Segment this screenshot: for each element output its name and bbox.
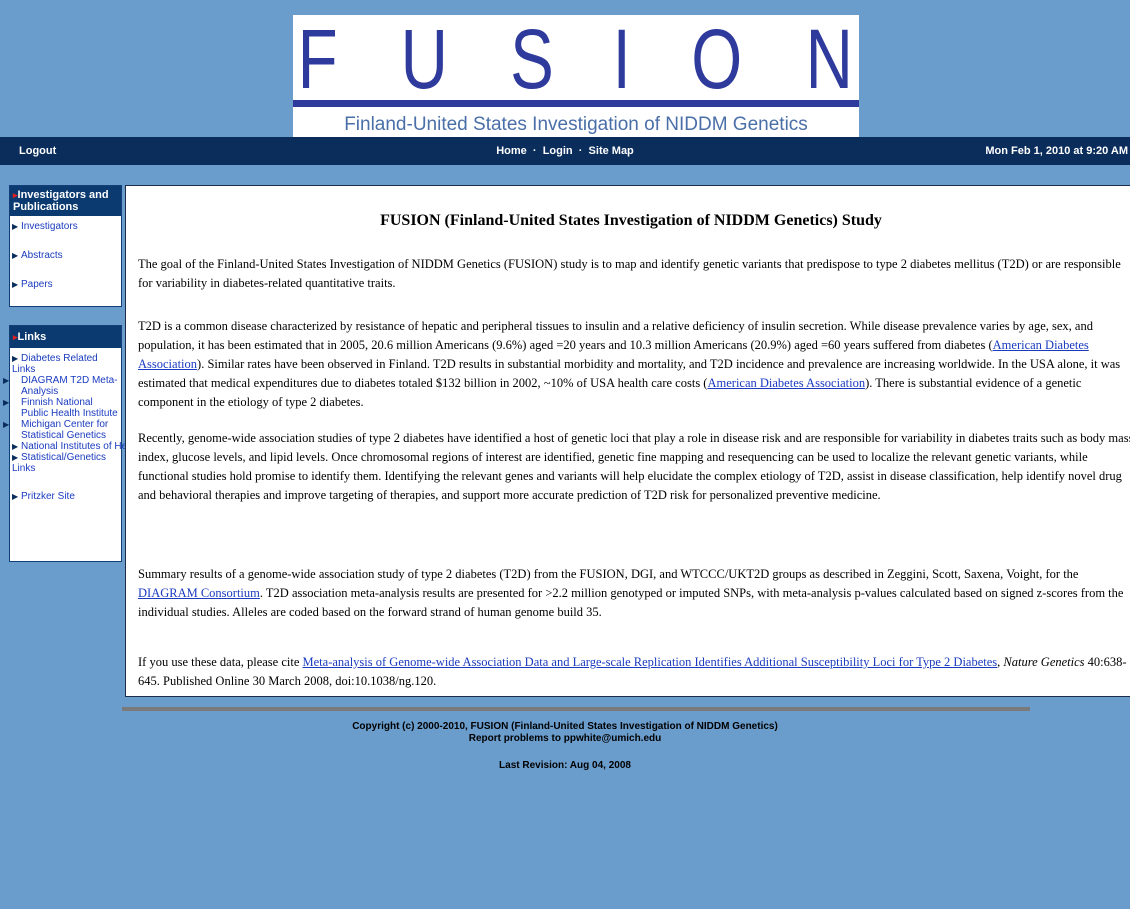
logo-letter: I xyxy=(612,12,632,106)
nav-login-link[interactable]: Login xyxy=(543,145,573,157)
sidebar-item-abstracts[interactable]: ▶ Abstracts xyxy=(10,250,121,261)
nav-sitemap-link[interactable]: Site Map xyxy=(589,145,634,157)
arrow-right-icon: ▶ xyxy=(12,354,19,363)
sidebar-item-papers[interactable]: ▶ Papers xyxy=(10,279,121,290)
last-revision-text: Last Revision: Aug 04, 2008 xyxy=(499,760,631,771)
sidebar-item-stat-genetics[interactable]: ▶ Statistical/Genetics Links xyxy=(10,452,121,474)
journal-name: Nature Genetics xyxy=(1003,655,1085,669)
page-title: FUSION (Finland-United States Investigat… xyxy=(380,212,882,229)
arrow-right-icon: ▶ xyxy=(12,453,19,462)
sidebar-group-links: ▸Links ▶ Diabetes Related Links ▶ DIAGRAM … xyxy=(3,325,143,562)
sidebar-item-diabetes-links[interactable]: ▶ Diabetes Related Links xyxy=(10,353,121,375)
arrow-right-icon: ▶ xyxy=(12,442,19,451)
gwas-paragraph: Recently, genome-wide association studie… xyxy=(138,431,1130,502)
citation-paragraph: If you use these data, please cite Meta-… xyxy=(138,655,1127,688)
logo-letter: O xyxy=(690,12,742,106)
report-problems-text: Report problems to ppwhite@umich.edu xyxy=(468,733,662,744)
arrow-right-icon: ▶ xyxy=(3,420,10,429)
nav-separator: · xyxy=(578,145,583,157)
logo-rule xyxy=(293,100,859,107)
main-content: FUSION (Finland-United States Investigat… xyxy=(125,185,1130,697)
summary-paragraph: Summary results of a genome-wide associa… xyxy=(138,567,1124,619)
arrow-right-icon: ▶ xyxy=(12,222,19,231)
sidebar-group-title: ▸Investigators and Publications xyxy=(10,186,121,216)
logo-letter: U xyxy=(400,12,448,106)
current-datetime: Mon Feb 1, 2010 at 9:20 AM xyxy=(985,145,1128,157)
sidebar-item-michigan-center[interactable]: ▶ Michigan Center for Statistical Genetic… xyxy=(3,419,121,441)
logo-letter: N xyxy=(805,12,854,106)
logo-letter: F xyxy=(297,12,338,106)
sidebar-item-finnish-institute[interactable]: ▶ Finnish National Public Health Institut… xyxy=(3,397,121,419)
arrow-right-icon: ▶ xyxy=(3,376,10,385)
citation-link[interactable]: Meta-analysis of Genome-wide Association… xyxy=(303,655,998,669)
top-nav-bar: Logout Home · Login · Site Map Mon Feb 1… xyxy=(0,137,1130,165)
main-nav: Home · Login · Site Map xyxy=(0,145,1130,157)
footer-divider xyxy=(122,707,1030,711)
logo-wordmark: F U S I O N xyxy=(293,12,859,106)
sidebar-group-title: ▸Links xyxy=(10,326,121,348)
arrow-right-icon: ▶ xyxy=(12,280,19,289)
logo-subtitle: Finland-United States Investigation of N… xyxy=(344,114,808,135)
ada-link[interactable]: American Diabetes Association xyxy=(707,376,865,390)
sidebar-item-nih[interactable]: ▶ National Institutes of Health xyxy=(10,441,143,452)
sidebar-item-pritzker[interactable]: ▶ Pritzker Site xyxy=(10,491,121,502)
logo-letter: S xyxy=(510,12,555,106)
site-logo: F U S I O N Finland-United States Invest… xyxy=(293,15,859,137)
sidebar-item-investigators[interactable]: ▶ Investigators xyxy=(10,221,121,232)
nav-separator: · xyxy=(532,145,537,157)
sidebar-item-diagram[interactable]: ▶ DIAGRAM T2D Meta-Analysis xyxy=(3,375,121,397)
diagram-consortium-link[interactable]: DIAGRAM Consortium xyxy=(138,586,260,600)
sidebar-group-investigators: ▸Investigators and Publications ▶ Investi… xyxy=(9,185,122,307)
nav-home-link[interactable]: Home xyxy=(496,145,527,157)
copyright-text: Copyright (c) 2000-2010, FUSION (Finland… xyxy=(352,721,778,732)
t2d-paragraph: T2D is a common disease characterized by… xyxy=(138,319,1121,409)
arrow-right-icon: ▶ xyxy=(12,251,19,260)
intro-paragraph: The goal of the Finland-United States In… xyxy=(138,257,1121,290)
arrow-right-icon: ▶ xyxy=(12,492,19,501)
arrow-right-icon: ▶ xyxy=(3,398,10,407)
